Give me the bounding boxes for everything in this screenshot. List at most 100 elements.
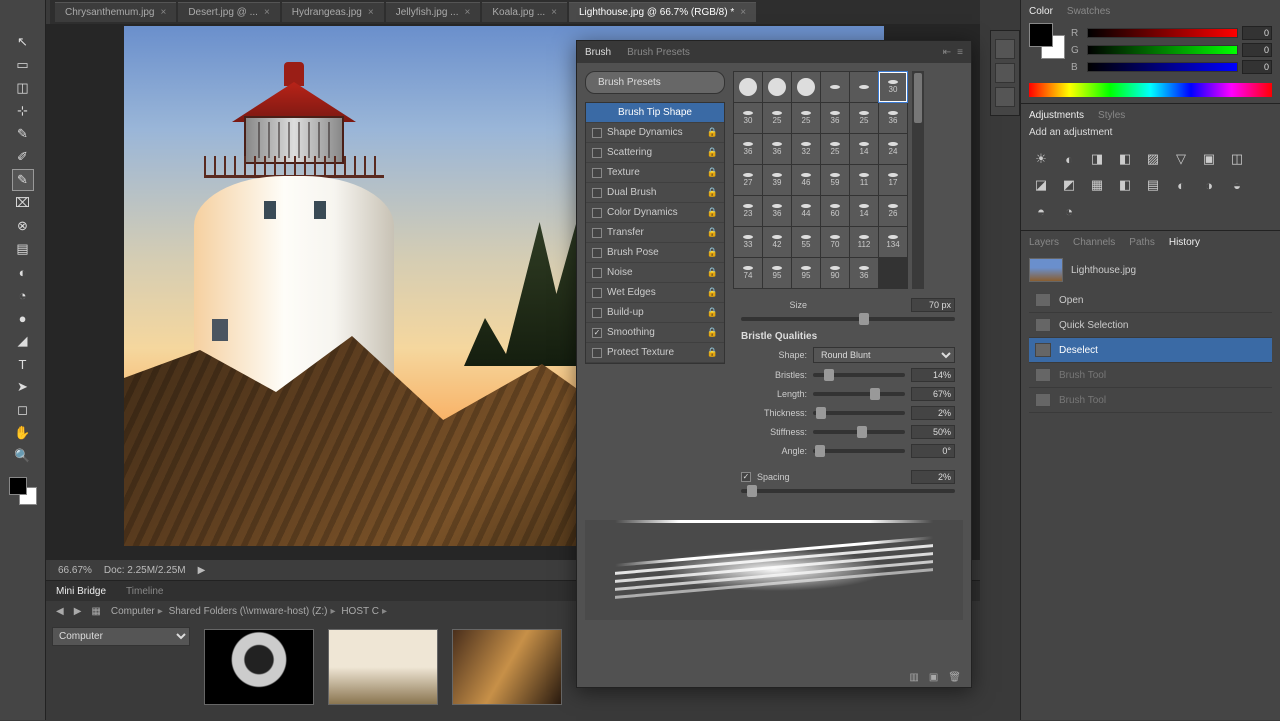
bristle-slider[interactable] [813, 373, 905, 377]
brush-preset-cell[interactable]: 70 [821, 227, 849, 257]
lock-icon[interactable]: 🔒 [707, 347, 718, 358]
brush-preset-cell[interactable]: 36 [821, 103, 849, 133]
brush-preset-cell[interactable]: 25 [792, 103, 820, 133]
spacing-value[interactable]: 2% [911, 470, 955, 484]
brush-preset-cell[interactable]: 32 [792, 134, 820, 164]
adjustment-icon[interactable]: ◧ [1115, 150, 1135, 168]
option-checkbox[interactable] [592, 228, 602, 238]
lock-icon[interactable]: 🔒 [707, 167, 718, 178]
tool-button[interactable]: T [12, 353, 34, 375]
brush-preset-cell[interactable]: 33 [734, 227, 762, 257]
mb-thumb[interactable] [328, 629, 438, 705]
brush-preset-cell[interactable]: 30 [879, 72, 907, 102]
adjustment-icon[interactable]: ▤ [1143, 176, 1163, 194]
brush-preset-cell[interactable]: 14 [850, 196, 878, 226]
brush-preset-cell[interactable]: 25 [850, 103, 878, 133]
brush-presets-tab[interactable]: Brush Presets [627, 47, 690, 58]
brush-preset-cell[interactable] [734, 72, 762, 102]
brush-grid-scrollbar[interactable] [912, 71, 924, 289]
breadcrumb-seg[interactable]: Shared Folders (\\vmware-host) (Z:) [169, 606, 328, 617]
option-checkbox[interactable] [592, 288, 602, 298]
brush-preset-cell[interactable]: 44 [792, 196, 820, 226]
color-spectrum[interactable] [1029, 83, 1272, 97]
document-tab[interactable]: Jellyfish.jpg ...× [386, 2, 481, 22]
tool-button[interactable]: ⌧ [12, 192, 34, 214]
collapsed-panel-icon[interactable] [995, 87, 1015, 107]
color-fgbg[interactable] [1029, 23, 1065, 59]
brush-preset-cell[interactable]: 36 [734, 134, 762, 164]
tool-button[interactable]: ➤ [12, 376, 34, 398]
tab-history[interactable]: History [1169, 237, 1200, 248]
option-checkbox[interactable] [592, 248, 602, 258]
r-input[interactable] [1242, 26, 1272, 40]
document-tab[interactable]: Chrysanthemum.jpg× [55, 2, 176, 22]
breadcrumb-seg[interactable]: Computer [111, 606, 155, 617]
r-slider[interactable] [1087, 28, 1238, 38]
b-slider[interactable] [1087, 62, 1238, 72]
brush-option[interactable]: Smoothing🔒 [586, 323, 724, 343]
brush-option[interactable]: Brush Pose🔒 [586, 243, 724, 263]
mb-thumb[interactable] [204, 629, 314, 705]
brush-preset-cell[interactable] [850, 72, 878, 102]
brush-preset-cell[interactable]: 36 [850, 258, 878, 288]
shape-select[interactable]: Round Blunt [813, 347, 955, 363]
brush-preset-cell[interactable] [821, 72, 849, 102]
document-tab[interactable]: Desert.jpg @ ...× [178, 2, 279, 22]
lock-icon[interactable]: 🔒 [707, 187, 718, 198]
bp-trash-icon[interactable]: 🗑 [948, 672, 961, 683]
history-state[interactable]: Open [1029, 288, 1272, 313]
brush-option[interactable]: Scattering🔒 [586, 143, 724, 163]
fg-bg-colors[interactable] [7, 475, 39, 507]
bristle-slider[interactable] [813, 411, 905, 415]
adjustment-icon[interactable]: ◨ [1087, 150, 1107, 168]
brush-presets-button[interactable]: Brush Presets [585, 71, 725, 94]
tab-color[interactable]: Color [1029, 6, 1053, 17]
tab-swatches[interactable]: Swatches [1067, 6, 1110, 17]
brush-preset-cell[interactable]: 36 [763, 134, 791, 164]
brush-option[interactable]: Build-up🔒 [586, 303, 724, 323]
adjustment-icon[interactable]: ▨ [1143, 150, 1163, 168]
adjustment-icon[interactable]: ▣ [1199, 150, 1219, 168]
history-state[interactable]: Brush Tool [1029, 388, 1272, 413]
tool-button[interactable]: ◻ [12, 399, 34, 421]
size-value[interactable]: 70 px [911, 298, 955, 312]
adjustment-icon[interactable]: ▽ [1171, 150, 1191, 168]
lock-icon[interactable]: 🔒 [707, 247, 718, 258]
option-checkbox[interactable] [592, 148, 602, 158]
tool-button[interactable]: 🔍 [12, 445, 34, 467]
adjustment-icon[interactable]: ◐ [1059, 150, 1079, 168]
tab-channels[interactable]: Channels [1073, 237, 1115, 248]
history-snapshot-thumb[interactable] [1029, 258, 1063, 282]
lock-icon[interactable]: 🔒 [707, 307, 718, 318]
close-icon[interactable]: × [465, 7, 471, 18]
brush-preset-cell[interactable]: 36 [879, 103, 907, 133]
option-checkbox[interactable] [592, 208, 602, 218]
brush-option[interactable]: Transfer🔒 [586, 223, 724, 243]
brush-preset-cell[interactable]: 90 [821, 258, 849, 288]
brush-option[interactable]: Wet Edges🔒 [586, 283, 724, 303]
tool-button[interactable]: ◫ [12, 77, 34, 99]
brush-option[interactable]: Dual Brush🔒 [586, 183, 724, 203]
collapsed-panel-icon[interactable] [995, 63, 1015, 83]
b-input[interactable] [1242, 60, 1272, 74]
brush-option[interactable]: Noise🔒 [586, 263, 724, 283]
option-checkbox[interactable] [592, 188, 602, 198]
document-tab[interactable]: Koala.jpg ...× [482, 2, 567, 22]
tool-button[interactable]: ✎ [12, 123, 34, 145]
adjustment-icon[interactable]: ◒ [1227, 176, 1247, 194]
brush-preset-cell[interactable]: 59 [821, 165, 849, 195]
tool-button[interactable]: ⊗ [12, 215, 34, 237]
document-tab[interactable]: Lighthouse.jpg @ 66.7% (RGB/8) *× [569, 2, 756, 22]
slider-value[interactable]: 2% [911, 406, 955, 420]
adjustment-icon[interactable]: ◑ [1199, 176, 1219, 194]
history-state[interactable]: Quick Selection [1029, 313, 1272, 338]
mb-thumb[interactable] [452, 629, 562, 705]
adjustment-icon[interactable]: ▦ [1087, 176, 1107, 194]
close-icon[interactable]: × [740, 7, 746, 18]
tool-button[interactable]: ✐ [12, 146, 34, 168]
lock-icon[interactable]: 🔒 [707, 227, 718, 238]
lock-icon[interactable]: 🔒 [707, 327, 718, 338]
brush-preset-cell[interactable]: 95 [792, 258, 820, 288]
spacing-checkbox[interactable] [741, 472, 751, 482]
option-checkbox[interactable] [592, 348, 602, 358]
